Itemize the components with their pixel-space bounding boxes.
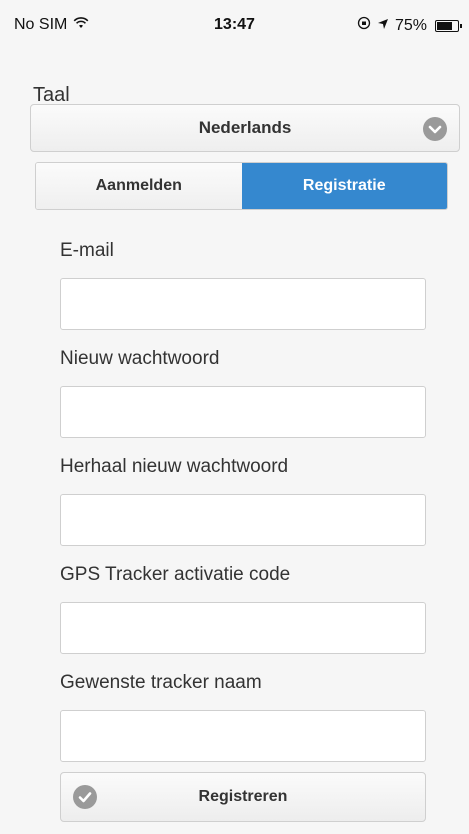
orientation-lock-icon xyxy=(357,16,371,35)
new-password-label: Nieuw wachtwoord xyxy=(60,348,220,369)
activation-code-field[interactable] xyxy=(60,602,426,654)
tracker-name-label: Gewenste tracker naam xyxy=(60,672,262,693)
tab-registratie[interactable]: Registratie xyxy=(241,163,447,209)
new-password-field[interactable] xyxy=(60,386,426,438)
repeat-password-label: Herhaal nieuw wachtwoord xyxy=(60,456,289,477)
email-field[interactable] xyxy=(60,278,426,330)
status-bar: No SIM 13:47 75% xyxy=(0,0,469,52)
tracker-name-field[interactable] xyxy=(60,710,426,762)
language-select[interactable]: Nederlands xyxy=(30,104,460,152)
email-label: E-mail xyxy=(60,240,114,261)
battery-fill xyxy=(437,21,452,30)
location-arrow-icon xyxy=(377,17,389,35)
battery-icon xyxy=(435,19,462,32)
register-button[interactable]: Registreren xyxy=(60,772,426,822)
tab-aanmelden[interactable]: Aanmelden xyxy=(36,163,242,209)
register-button-label: Registreren xyxy=(198,788,288,805)
activation-code-label: GPS Tracker activatie code xyxy=(60,564,291,585)
battery-percent: 75% xyxy=(394,16,427,34)
language-selected-value: Nederlands xyxy=(198,118,292,137)
status-indicators: 75% xyxy=(357,16,462,35)
repeat-password-field[interactable] xyxy=(60,494,426,546)
auth-tabs: Aanmelden Registratie xyxy=(35,162,448,210)
chevron-down-icon xyxy=(423,117,447,141)
battery-tip xyxy=(460,23,462,28)
